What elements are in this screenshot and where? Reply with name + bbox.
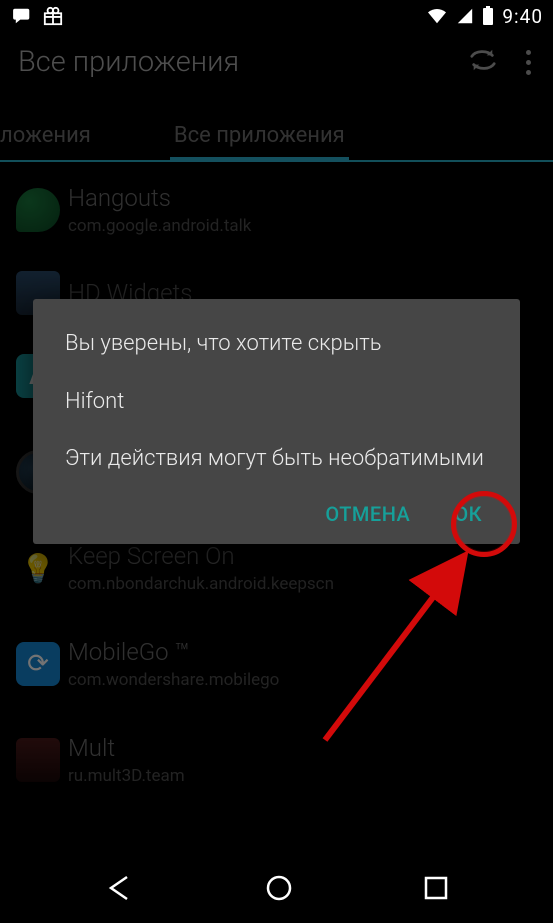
confirm-dialog: Вы уверены, что хотите скрыть Hifont Эти… [33,299,520,544]
status-time: 9:40 [502,5,543,28]
gift-icon [42,6,64,26]
ok-button[interactable]: ОК [454,502,482,526]
chat-icon [12,7,34,25]
cell-signal-icon [456,7,474,25]
wifi-icon [426,7,448,25]
nav-bar [0,857,553,923]
home-button[interactable] [264,873,294,907]
dialog-message-appname: Hifont [65,387,488,417]
dialog-message-line1: Вы уверены, что хотите скрыть [65,329,488,359]
cancel-button[interactable]: ОТМЕНА [325,502,410,526]
dialog-message-line3: Эти действия могут быть необратимыми [65,444,488,474]
back-button[interactable] [105,873,135,907]
battery-icon [482,6,494,26]
recents-button[interactable] [423,875,449,905]
status-bar: 9:40 [0,0,553,32]
